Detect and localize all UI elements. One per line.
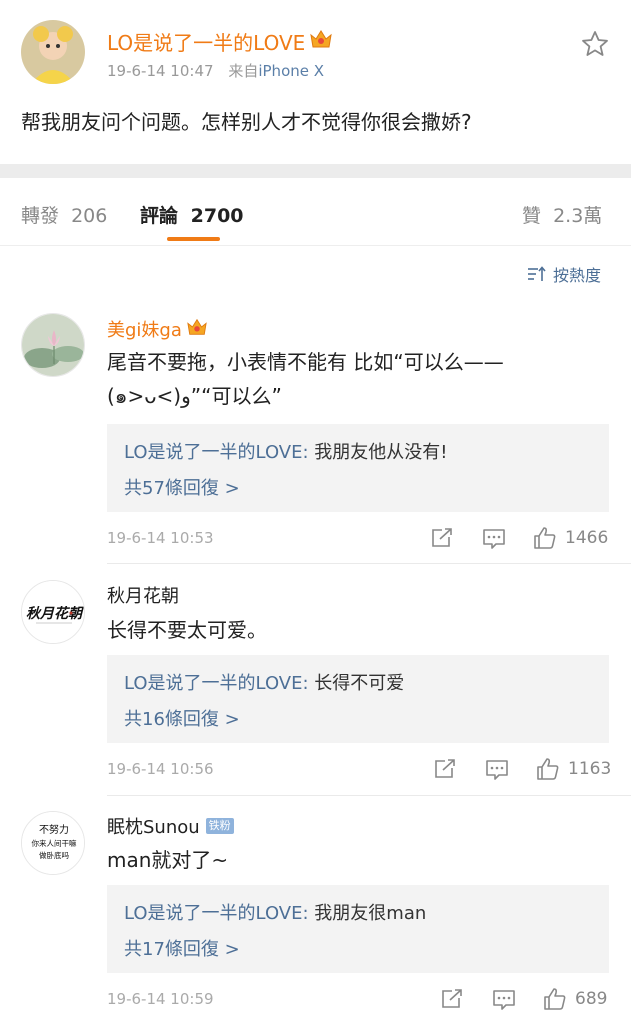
avatar-calligraphy-text: 秋月花朝 [26, 605, 84, 622]
like-count: 689 [575, 989, 608, 1009]
sort-by-hot-button[interactable]: 按熱度 [527, 262, 601, 286]
post-author-name-text[interactable]: LO是说了一半的LOVE [107, 27, 305, 56]
comment-author[interactable]: 秋月花朝 [107, 582, 179, 608]
comment-text-line-2: (๑>ᴗ<)و”“可以么” [107, 384, 282, 408]
share-icon[interactable] [430, 527, 454, 553]
post-source[interactable]: iPhone X [258, 62, 324, 80]
reply-user[interactable]: LO是说了一半的LOVE: [124, 442, 309, 463]
comment-avatar[interactable]: 不努力 你来人间干嘛 做卧底吗 [21, 811, 85, 875]
weibo-post: LO是说了一半的LOVE 19-6-14 10:47 来自iPhone X 帮我… [0, 0, 631, 164]
share-icon[interactable] [433, 758, 457, 784]
like-button[interactable]: 689 [543, 987, 607, 1011]
comment-author-name[interactable]: 眠枕Sunou [107, 813, 200, 839]
post-time: 19-6-14 10:47 [107, 62, 214, 80]
avatar-text-line-3: 做卧底吗 [39, 850, 69, 860]
tab-comments-count: 2700 [190, 205, 244, 227]
tab-likes[interactable]: 贊 2.3萬 [522, 201, 602, 228]
tab-reposts-count: 206 [71, 205, 108, 227]
comment-avatar[interactable]: 秋月花朝 [21, 580, 85, 644]
post-text: 帮我朋友问个问题。怎样别人才不觉得你很会撒娇? [21, 110, 472, 134]
like-count: 1466 [565, 528, 609, 548]
comment-text-line-1: 尾音不要拖，小表情不能有 比如“可以么—— [107, 350, 504, 374]
comment-author-name[interactable]: 美gi妹ga [107, 316, 182, 342]
reply-text: 长得不可爱 [314, 673, 405, 694]
tab-comments[interactable]: 評論 2700 [140, 201, 244, 228]
tab-reposts-label: 轉發 [21, 205, 60, 227]
comment-text-line-1: man就对了~ [107, 848, 229, 872]
tab-likes-label: 贊 [522, 205, 542, 227]
comment-divider [107, 795, 631, 796]
comment-time: 19-6-14 10:56 [107, 760, 214, 778]
reply-text: 我朋友很man [314, 903, 427, 924]
like-button[interactable]: 1466 [533, 526, 608, 550]
comment-author-name[interactable]: 秋月花朝 [107, 582, 179, 608]
interaction-tabs: 轉發 206 評論 2700 贊 2.3萬 [0, 178, 631, 246]
reply-preview-line: LO是说了一半的LOVE: 我朋友他从没有! [124, 438, 448, 464]
reply-icon[interactable] [482, 528, 506, 554]
comment-time: 19-6-14 10:59 [107, 990, 214, 1008]
reply-preview-box[interactable]: LO是说了一半的LOVE: 我朋友他从没有! 共57條回復 > [107, 424, 609, 512]
avatar-text-line-2: 你来人间干嘛 [32, 838, 77, 848]
avatar-text-line-1: 不努力 [39, 823, 69, 836]
reply-preview-line: LO是说了一半的LOVE: 长得不可爱 [124, 669, 404, 695]
vip-crown-icon [186, 317, 208, 342]
comment-divider [107, 563, 631, 564]
thumbs-up-icon [534, 527, 556, 549]
comment-avatar[interactable] [21, 313, 85, 377]
reply-icon[interactable] [485, 759, 509, 785]
share-icon[interactable] [440, 988, 464, 1014]
section-separator [0, 164, 631, 178]
reply-icon[interactable] [492, 989, 516, 1015]
sort-icon [528, 266, 546, 281]
reply-user[interactable]: LO是说了一半的LOVE: [124, 673, 309, 694]
post-meta: 19-6-14 10:47 来自iPhone X [107, 60, 324, 81]
view-replies-link[interactable]: 共57條回復 > [124, 474, 240, 500]
comment-author[interactable]: 眠枕Sunou 铁粉 [107, 813, 234, 839]
thumbs-up-icon [544, 988, 566, 1010]
reply-preview-box[interactable]: LO是说了一半的LOVE: 我朋友很man 共17條回復 > [107, 885, 609, 973]
tab-reposts[interactable]: 轉發 206 [21, 201, 107, 228]
post-author-avatar[interactable] [21, 20, 85, 84]
thumbs-up-icon [537, 758, 559, 780]
tab-comments-label: 評論 [140, 205, 179, 227]
view-replies-link[interactable]: 共17條回復 > [124, 935, 240, 961]
comment-author[interactable]: 美gi妹ga [107, 316, 208, 342]
reply-user[interactable]: LO是说了一半的LOVE: [124, 903, 309, 924]
view-replies-link[interactable]: 共16條回復 > [124, 705, 240, 731]
post-author-name[interactable]: LO是说了一半的LOVE [107, 27, 333, 56]
active-tab-indicator [167, 237, 220, 241]
reply-preview-box[interactable]: LO是说了一半的LOVE: 长得不可爱 共16條回復 > [107, 655, 609, 743]
tab-likes-count: 2.3萬 [553, 205, 603, 227]
like-button[interactable]: 1163 [536, 757, 611, 781]
vip-crown-icon [309, 28, 333, 55]
comment-text-line-1: 长得不要太可爱。 [107, 618, 267, 642]
post-source-prefix: 来自 [228, 62, 259, 80]
favorite-star-icon[interactable] [580, 29, 610, 59]
comment-time: 19-6-14 10:53 [107, 529, 214, 547]
sort-label: 按熱度 [553, 266, 602, 285]
fan-badge: 铁粉 [205, 818, 234, 834]
like-count: 1163 [568, 759, 612, 779]
reply-text: 我朋友他从没有! [314, 442, 448, 463]
reply-preview-line: LO是说了一半的LOVE: 我朋友很man [124, 899, 426, 925]
